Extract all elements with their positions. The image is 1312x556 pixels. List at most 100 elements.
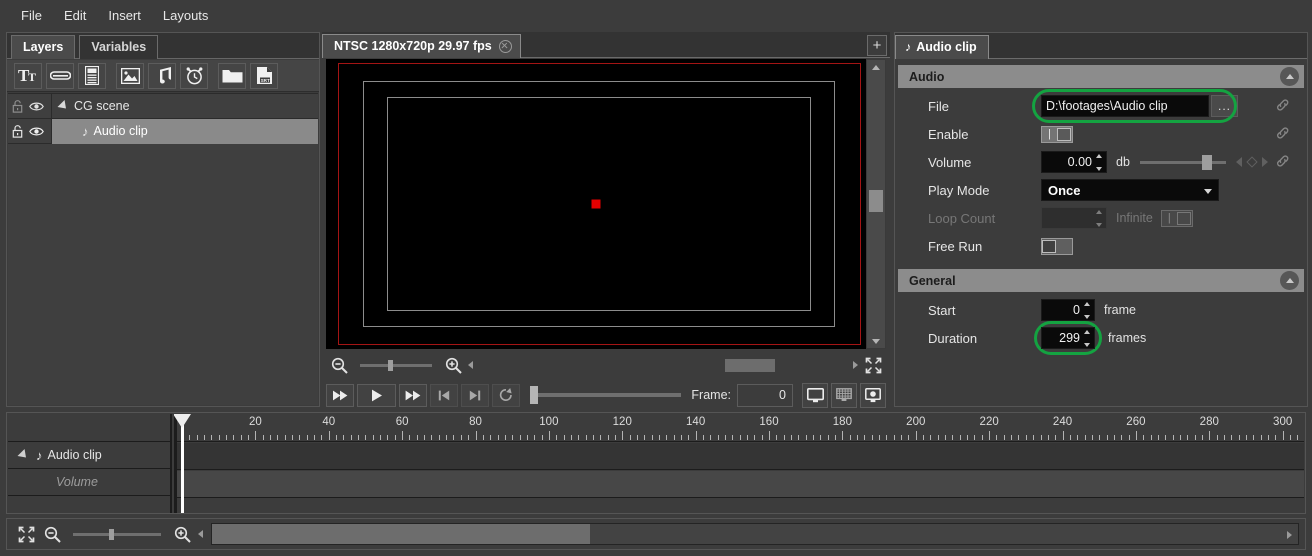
zoom-out-icon[interactable] bbox=[326, 353, 352, 377]
grid-monitor-icon[interactable] bbox=[831, 383, 857, 408]
menu-insert[interactable]: Insert bbox=[97, 4, 152, 27]
fit-screen-icon[interactable] bbox=[860, 353, 886, 377]
fit-screen-icon[interactable] bbox=[13, 522, 39, 546]
expand-triangle-icon[interactable] bbox=[17, 449, 29, 461]
layer-name-cell[interactable]: ♪ Audio clip bbox=[52, 119, 318, 144]
viewport-panel: NTSC 1280x720p 29.97 fps + bbox=[322, 32, 890, 407]
layer-row-audio-clip[interactable]: ♪ Audio clip bbox=[8, 119, 318, 144]
fast-forward-icon[interactable] bbox=[399, 384, 427, 407]
menu-file[interactable]: File bbox=[10, 4, 53, 27]
tab-variables[interactable]: Variables bbox=[79, 35, 158, 59]
timeline-horizontal-scrollbar[interactable] bbox=[211, 523, 1299, 545]
scroll-left-arrow-icon[interactable] bbox=[466, 361, 476, 369]
link-parameter-icon[interactable] bbox=[1276, 126, 1290, 145]
layer-name-cell[interactable]: CG scene bbox=[52, 94, 318, 119]
scroll-up-arrow-icon[interactable] bbox=[867, 60, 885, 74]
scroll-down-arrow-icon[interactable] bbox=[867, 334, 885, 348]
bar-icon[interactable] bbox=[46, 63, 74, 89]
link-parameter-icon[interactable] bbox=[1276, 98, 1290, 117]
ruler-tick-minor bbox=[1165, 435, 1166, 440]
tab-ntsc-preview[interactable]: NTSC 1280x720p 29.97 fps bbox=[322, 34, 521, 58]
volume-stepper[interactable] bbox=[1095, 154, 1103, 171]
enable-toggle[interactable]: | bbox=[1041, 126, 1073, 143]
prev-keyframe-icon[interactable] bbox=[1236, 157, 1242, 167]
zoom-out-icon[interactable] bbox=[39, 522, 65, 546]
music-note-icon[interactable] bbox=[148, 63, 176, 89]
volume-input[interactable]: 0.00 bbox=[1041, 151, 1107, 173]
rewind-icon[interactable] bbox=[326, 384, 354, 407]
free-run-toggle[interactable] bbox=[1041, 238, 1073, 255]
start-input[interactable]: 0 bbox=[1041, 299, 1095, 321]
section-header-audio[interactable]: Audio bbox=[898, 65, 1304, 88]
eye-icon[interactable] bbox=[27, 119, 46, 144]
timeline-tracks-area[interactable]: 2040608010012014016018020022024026028030… bbox=[174, 414, 1304, 513]
collapse-toggle-icon[interactable] bbox=[1280, 271, 1299, 290]
viewport-vertical-scrollbar[interactable] bbox=[866, 59, 886, 349]
scrollbar-thumb[interactable] bbox=[725, 359, 775, 372]
viewport-zoom-slider[interactable] bbox=[360, 364, 432, 367]
close-icon[interactable] bbox=[499, 40, 512, 53]
text-icon[interactable]: TT bbox=[14, 63, 42, 89]
tab-audio-clip-properties[interactable]: ♪ Audio clip bbox=[895, 35, 989, 59]
scroll-left-arrow-icon[interactable] bbox=[195, 530, 207, 538]
zoom-in-icon[interactable] bbox=[169, 522, 195, 546]
list-icon[interactable] bbox=[78, 63, 106, 89]
playhead-handle[interactable] bbox=[174, 414, 191, 428]
playhead[interactable] bbox=[181, 414, 184, 513]
duration-input[interactable]: 299 bbox=[1041, 327, 1095, 349]
duration-stepper[interactable] bbox=[1083, 330, 1091, 347]
volume-unit-label: db bbox=[1116, 155, 1130, 169]
slider-knob[interactable] bbox=[109, 529, 114, 540]
next-frame-icon[interactable] bbox=[461, 384, 489, 407]
timeline-track-audio-clip[interactable]: ♪ Audio clip bbox=[8, 442, 170, 469]
timeline-ruler[interactable]: 2040608010012014016018020022024026028030… bbox=[174, 414, 1304, 442]
monitor-icon[interactable] bbox=[802, 383, 828, 408]
lock-icon[interactable] bbox=[8, 119, 27, 144]
section-title: General bbox=[909, 274, 956, 288]
preview-canvas[interactable] bbox=[326, 59, 866, 349]
loop-icon[interactable] bbox=[492, 384, 520, 407]
slider-knob[interactable] bbox=[1202, 155, 1212, 170]
add-viewport-button[interactable]: + bbox=[867, 35, 887, 56]
timeline-zoom-slider[interactable] bbox=[73, 533, 161, 536]
menu-layouts[interactable]: Layouts bbox=[152, 4, 220, 27]
timeline-track-volume[interactable]: Volume bbox=[8, 469, 170, 496]
timeline-row-audio-clip[interactable] bbox=[174, 443, 1304, 470]
start-stepper[interactable] bbox=[1083, 302, 1091, 319]
ruler-tick-minor bbox=[608, 435, 609, 440]
frame-input[interactable]: 0 bbox=[737, 384, 793, 407]
scroll-right-arrow-icon[interactable] bbox=[1287, 531, 1292, 539]
scrollbar-thumb[interactable] bbox=[212, 524, 590, 544]
add-keyframe-icon[interactable] bbox=[1246, 156, 1257, 167]
viewport-horizontal-scrollbar[interactable] bbox=[480, 359, 846, 372]
section-header-general[interactable]: General bbox=[898, 269, 1304, 292]
preview-monitor-icon[interactable] bbox=[860, 383, 886, 408]
browse-file-button[interactable]: ... bbox=[1211, 95, 1238, 117]
collapse-toggle-icon[interactable] bbox=[1280, 67, 1299, 86]
eye-icon[interactable] bbox=[27, 94, 46, 119]
tab-layers[interactable]: Layers bbox=[11, 35, 75, 59]
zoom-in-icon[interactable] bbox=[440, 353, 466, 377]
scroll-right-arrow-icon[interactable] bbox=[850, 361, 860, 369]
frame-scrub-slider[interactable] bbox=[530, 393, 681, 397]
scrollbar-thumb[interactable] bbox=[869, 190, 883, 212]
folder-icon[interactable] bbox=[218, 63, 246, 89]
link-parameter-icon[interactable] bbox=[1276, 154, 1290, 173]
srt-file-icon[interactable]: SRT bbox=[250, 63, 278, 89]
menu-edit[interactable]: Edit bbox=[53, 4, 97, 27]
file-path-input[interactable]: D:\footages\Audio clip bbox=[1041, 95, 1209, 117]
timeline-row-volume[interactable] bbox=[174, 471, 1304, 498]
play-icon[interactable] bbox=[357, 384, 396, 407]
layer-row-cg-scene[interactable]: CG scene bbox=[8, 94, 318, 119]
expand-triangle-icon[interactable] bbox=[57, 100, 69, 112]
slider-knob[interactable] bbox=[388, 360, 393, 371]
image-icon[interactable] bbox=[116, 63, 144, 89]
prev-frame-icon[interactable] bbox=[430, 384, 458, 407]
lock-icon[interactable] bbox=[8, 94, 27, 119]
next-keyframe-icon[interactable] bbox=[1262, 157, 1268, 167]
volume-slider[interactable] bbox=[1140, 161, 1226, 164]
play-mode-select[interactable]: Once bbox=[1041, 179, 1219, 201]
clock-icon[interactable] bbox=[180, 63, 208, 89]
slider-knob[interactable] bbox=[530, 386, 538, 404]
layer-list[interactable]: CG scene ♪ Audio clip bbox=[8, 93, 318, 405]
